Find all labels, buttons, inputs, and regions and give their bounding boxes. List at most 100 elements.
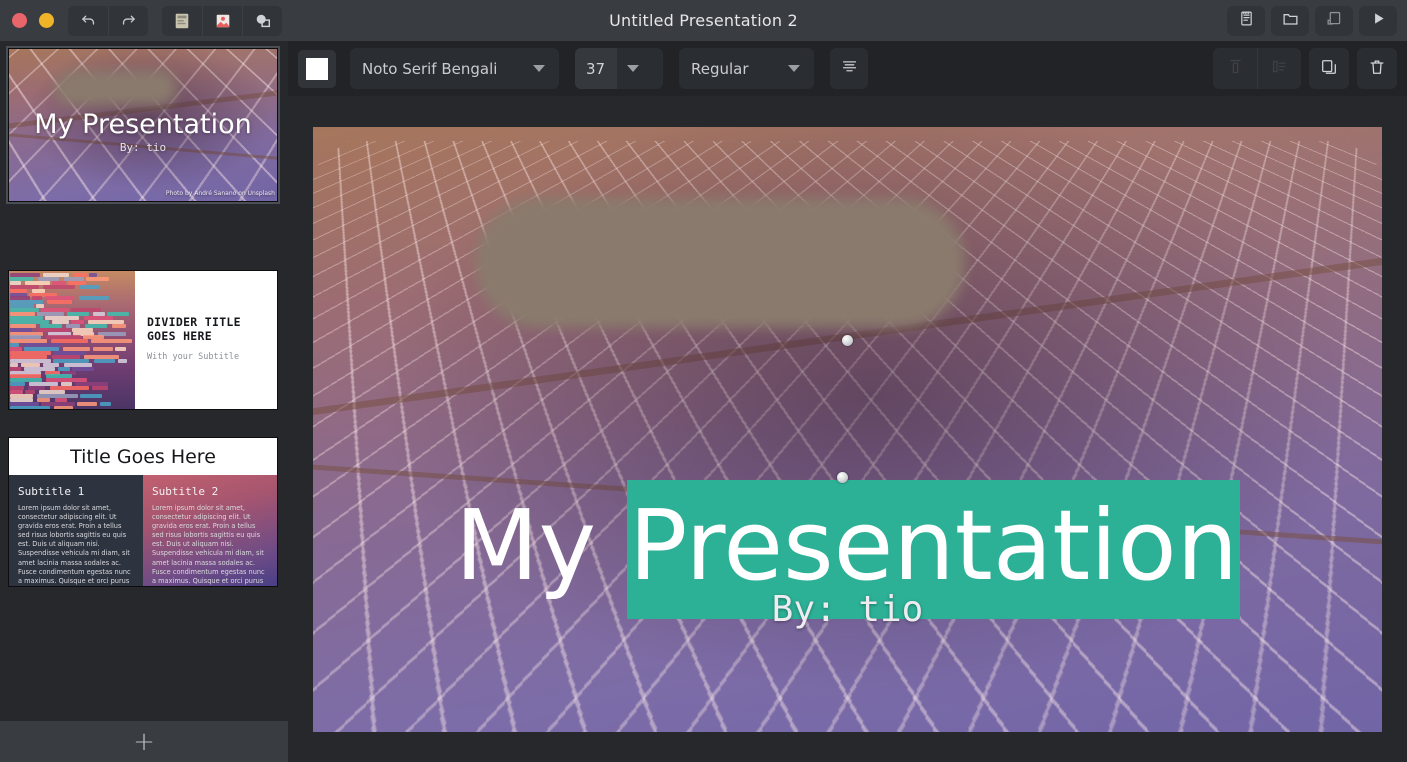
slide-navigator-footer: + bbox=[0, 721, 288, 762]
code-art-line bbox=[94, 359, 115, 363]
history-tool-group bbox=[68, 6, 148, 36]
center-align-icon bbox=[841, 58, 858, 79]
insert-tool-group bbox=[162, 6, 282, 36]
slide-thumbnail-2[interactable]: DIVIDER TITLE GOES HERE With your Subtit… bbox=[8, 270, 278, 410]
code-art-line bbox=[32, 289, 45, 293]
delete-button[interactable] bbox=[1357, 48, 1397, 89]
slide-thumbnail-3[interactable]: Title Goes Here Subtitle 1 Lorem ipsum d… bbox=[8, 437, 278, 587]
insert-image-button[interactable] bbox=[202, 6, 242, 36]
active-slide[interactable]: My Presentation By: tio Photo by André S… bbox=[313, 127, 1382, 732]
code-art-line bbox=[100, 402, 111, 406]
code-art-line bbox=[10, 289, 27, 293]
slide2-title-line2: GOES HERE bbox=[147, 329, 212, 343]
code-art-line bbox=[10, 406, 50, 409]
title-bar: Untitled Presentation 2 bbox=[0, 0, 1407, 41]
code-art-line bbox=[47, 300, 72, 304]
font-size-input[interactable]: 37 bbox=[575, 48, 617, 89]
window-controls bbox=[12, 13, 54, 28]
code-art-line bbox=[112, 324, 126, 328]
font-family-select[interactable]: Noto Serif Bengali bbox=[350, 48, 559, 89]
photo-credit: Photo by André Sanano on Unsplash bbox=[166, 190, 275, 197]
slide-title[interactable]: My Presentation bbox=[313, 497, 1382, 594]
slide-navigator[interactable]: My Presentation By: tio Photo by André S… bbox=[0, 41, 288, 721]
duplicate-button[interactable] bbox=[1309, 48, 1349, 89]
format-toolbar-right bbox=[1213, 48, 1407, 89]
code-art-line bbox=[93, 347, 113, 351]
trash-icon bbox=[1368, 58, 1386, 80]
redo-icon bbox=[120, 12, 137, 29]
code-art-line bbox=[80, 285, 100, 289]
code-art-line bbox=[118, 359, 127, 363]
slide-icon bbox=[173, 12, 191, 30]
slide-subtitle: By: tio bbox=[9, 141, 277, 154]
slide3-column-left: Subtitle 1 Lorem ipsum dolor sit amet, c… bbox=[9, 475, 143, 586]
font-family-value: Noto Serif Bengali bbox=[350, 60, 527, 78]
chevron-down-icon bbox=[627, 65, 639, 72]
play-icon bbox=[1370, 10, 1387, 31]
code-art-line bbox=[86, 277, 109, 281]
notes-icon bbox=[1238, 10, 1255, 31]
title-text-unselected: My bbox=[455, 489, 627, 602]
resize-handle[interactable] bbox=[842, 335, 853, 346]
code-art-line bbox=[92, 386, 108, 390]
slide3-subtitle-1: Subtitle 1 bbox=[18, 485, 134, 498]
add-slide-button[interactable]: + bbox=[133, 729, 155, 755]
chevron-down-icon bbox=[533, 65, 545, 72]
slide-canvas-area[interactable]: My Presentation By: tio Photo by André S… bbox=[288, 96, 1407, 762]
code-art-line bbox=[77, 402, 97, 406]
play-presentation-button[interactable] bbox=[1359, 6, 1397, 36]
window-icon bbox=[1326, 10, 1343, 31]
undo-button[interactable] bbox=[68, 6, 108, 36]
slide-subtitle[interactable]: By: tio bbox=[313, 589, 1382, 630]
code-art-line bbox=[80, 394, 102, 398]
code-art-line bbox=[58, 367, 70, 371]
code-art-line bbox=[10, 328, 32, 332]
redo-button[interactable] bbox=[108, 6, 148, 36]
resize-handle[interactable] bbox=[837, 472, 848, 483]
slide-title: My Presentation bbox=[9, 109, 277, 140]
shapes-button[interactable] bbox=[242, 6, 282, 36]
duplicate-icon bbox=[1320, 58, 1338, 80]
redacted-block[interactable] bbox=[475, 198, 965, 328]
align-top-button bbox=[1213, 48, 1257, 89]
font-weight-select[interactable]: Regular bbox=[679, 48, 814, 89]
undo-icon bbox=[80, 12, 97, 29]
code-art-line bbox=[115, 347, 126, 351]
chevron-down-icon bbox=[788, 65, 800, 72]
code-art-line bbox=[72, 367, 94, 371]
code-art-line bbox=[37, 328, 69, 332]
code-art-line bbox=[54, 406, 73, 409]
font-size-select[interactable]: 37 bbox=[575, 48, 663, 89]
new-slide-button[interactable] bbox=[162, 6, 202, 36]
code-art-line bbox=[79, 296, 109, 300]
slide2-text-panel: DIVIDER TITLE GOES HERE With your Subtit… bbox=[135, 271, 277, 409]
code-art-line bbox=[24, 367, 55, 371]
code-art-line bbox=[43, 285, 75, 289]
slide3-title-bar: Title Goes Here bbox=[9, 438, 277, 475]
close-window-button[interactable] bbox=[12, 13, 27, 28]
format-toolbar: Noto Serif Bengali 37 Regular bbox=[288, 41, 1407, 96]
code-art-line bbox=[91, 339, 132, 343]
slide-thumbnail-1[interactable]: My Presentation By: tio Photo by André S… bbox=[8, 48, 278, 202]
notes-button[interactable] bbox=[1227, 6, 1265, 36]
code-art-line bbox=[10, 367, 21, 371]
slide2-subtitle: With your Subtitle bbox=[147, 352, 239, 362]
align-list-icon bbox=[1271, 58, 1288, 79]
text-align-button[interactable] bbox=[830, 48, 868, 89]
open-file-button[interactable] bbox=[1271, 6, 1309, 36]
slide3-body-2: Lorem ipsum dolor sit amet, consectetur … bbox=[152, 504, 268, 586]
folder-icon bbox=[1282, 10, 1299, 31]
minimize-window-button[interactable] bbox=[39, 13, 54, 28]
present-window-button[interactable] bbox=[1315, 6, 1353, 36]
titlebar-right-tools bbox=[1227, 0, 1397, 41]
color-swatch bbox=[306, 58, 328, 80]
align-list-button bbox=[1257, 48, 1301, 89]
align-top-icon bbox=[1227, 58, 1244, 79]
fill-color-button[interactable] bbox=[298, 50, 336, 88]
image-icon bbox=[214, 12, 232, 30]
align-tool-pair bbox=[1213, 48, 1301, 89]
code-art-line bbox=[72, 328, 93, 332]
slide3-column-right: Subtitle 2 Lorem ipsum dolor sit amet, c… bbox=[143, 475, 277, 586]
redacted-block bbox=[55, 70, 177, 106]
font-weight-value: Regular bbox=[679, 60, 782, 78]
